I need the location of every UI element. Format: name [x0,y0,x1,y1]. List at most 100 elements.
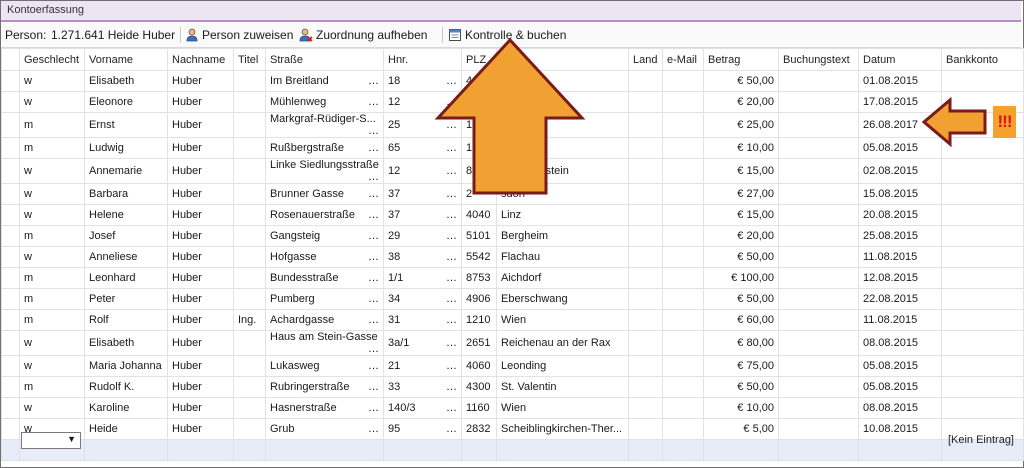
cell-nachname[interactable]: Huber [167,137,234,159]
cell-hnr[interactable]: 95… [383,418,462,440]
cell-hnr[interactable]: 37… [383,183,462,205]
column-header-datum[interactable]: Datum [858,48,942,71]
cell-email[interactable] [662,158,704,184]
ellipsis-button[interactable]: … [446,75,461,87]
cell-vorname[interactable]: Anneliese [84,246,168,268]
cell-strasse[interactable]: Grub… [265,418,384,440]
cell-strasse[interactable]: Rußbergstraße… [265,137,384,159]
ellipsis-button[interactable]: … [368,272,383,284]
cell-betrag[interactable]: € 5,00 [703,418,779,440]
new-entry-cell[interactable] [233,439,266,461]
ellipsis-button[interactable]: … [368,251,383,263]
cell-land[interactable] [628,137,663,159]
table-row[interactable]: w Elisabeth Huber Im Breitland… 18… 4 € 50,00 0… [1,70,1024,92]
cell-plz[interactable]: 2832 [461,418,497,440]
row-selector[interactable] [1,267,20,289]
cell-bankkonto[interactable] [941,70,1024,92]
ellipsis-button[interactable]: … [446,423,461,435]
cell-bankkonto[interactable] [941,246,1024,268]
cell-betrag[interactable]: € 50,00 [703,288,779,310]
assign-person-button[interactable]: Person zuweisen [185,27,293,43]
cell-buchungstext[interactable] [778,418,859,440]
cell-ort[interactable]: Eberschwang [496,288,629,310]
cell-land[interactable] [628,355,663,377]
cell-plz[interactable]: 8753 [461,267,497,289]
new-entry-cell[interactable] [1,439,20,461]
cell-hnr[interactable]: 21… [383,355,462,377]
cell-plz[interactable]: 1210 [461,309,497,331]
cell-nachname[interactable]: Huber [167,112,234,138]
cell-buchungstext[interactable] [778,112,859,138]
cell-datum[interactable]: 11.08.2015 [858,246,942,268]
column-header-betrag[interactable]: Betrag [703,48,779,71]
new-entry-cell[interactable] [628,439,663,461]
cell-buchungstext[interactable] [778,246,859,268]
cell-land[interactable] [628,397,663,419]
cell-buchungstext[interactable] [778,158,859,184]
ellipsis-button[interactable]: … [368,293,383,305]
cell-datum[interactable]: 08.08.2015 [858,330,942,356]
cell-nachname[interactable]: Huber [167,418,234,440]
cell-land[interactable] [628,112,663,138]
cell-titel[interactable] [233,376,266,398]
cell-land[interactable] [628,246,663,268]
ellipsis-button[interactable]: … [446,119,461,131]
cell-buchungstext[interactable] [778,309,859,331]
cell-land[interactable] [628,225,663,247]
new-entry-cell[interactable] [84,439,168,461]
cell-ort[interactable]: Leonding [496,355,629,377]
cell-betrag[interactable]: € 10,00 [703,137,779,159]
cell-geschlecht[interactable]: m [19,225,85,247]
column-header-nachname[interactable]: Nachname [167,48,234,71]
cell-bankkonto[interactable] [941,397,1024,419]
cell-vorname[interactable]: Maria Johanna [84,355,168,377]
cell-email[interactable] [662,309,704,331]
cell-buchungstext[interactable] [778,204,859,226]
cell-ort[interactable] [496,91,629,113]
ellipsis-button[interactable]: … [368,209,383,221]
table-row[interactable]: m Josef Huber Gangsteig… 29… 5101 Bergheim € 20… [1,225,1024,247]
column-header-bankkonto[interactable]: Bankkonto [941,48,1024,71]
cell-bankkonto[interactable] [941,137,1024,159]
cell-strasse[interactable]: Achardgasse… [265,309,384,331]
cell-titel[interactable] [233,397,266,419]
column-header-strasse[interactable]: Straße [265,48,384,71]
cell-strasse[interactable]: Rubringerstraße… [265,376,384,398]
cell-hnr[interactable]: 12… [383,158,462,184]
cell-datum[interactable]: 01.08.2015 [858,70,942,92]
cell-plz[interactable]: 5542 [461,246,497,268]
cell-plz[interactable]: 1160 [461,397,497,419]
ellipsis-button[interactable]: … [446,188,461,200]
cell-datum[interactable]: 15.08.2015 [858,183,942,205]
column-header-email[interactable]: e-Mail [662,48,704,71]
cell-email[interactable] [662,355,704,377]
table-row[interactable]: w Annemarie Huber Linke Siedlungsstraße… 12…… [1,158,1024,184]
cell-buchungstext[interactable] [778,288,859,310]
cell-buchungstext[interactable] [778,183,859,205]
ellipsis-button[interactable]: … [446,293,461,305]
row-selector[interactable] [1,309,20,331]
cell-geschlecht[interactable]: w [19,330,85,356]
cell-titel[interactable] [233,225,266,247]
cell-nachname[interactable]: Huber [167,70,234,92]
ellipsis-button[interactable]: … [368,171,383,183]
table-row[interactable]: m Leonhard Huber Bundesstraße… 1/1… 8753 Aichd… [1,267,1024,289]
row-selector[interactable] [1,288,20,310]
ellipsis-button[interactable]: … [368,314,383,326]
cell-geschlecht[interactable]: m [19,137,85,159]
cell-email[interactable] [662,397,704,419]
cell-email[interactable] [662,112,704,138]
cell-buchungstext[interactable] [778,376,859,398]
cell-land[interactable] [628,418,663,440]
table-row[interactable]: m Peter Huber Pumberg… 34… 4906 Eberschwang € 5… [1,288,1024,310]
cell-strasse[interactable]: Rosenauerstraße… [265,204,384,226]
cell-plz[interactable]: 8 [461,158,497,184]
cell-bankkonto[interactable] [941,355,1024,377]
cell-buchungstext[interactable] [778,330,859,356]
cell-betrag[interactable]: € 80,00 [703,330,779,356]
cell-hnr[interactable]: 18… [383,70,462,92]
new-entry-cell[interactable] [167,439,234,461]
cell-vorname[interactable]: Rudolf K. [84,376,168,398]
cell-plz[interactable] [461,91,497,113]
cell-hnr[interactable]: 1/1… [383,267,462,289]
